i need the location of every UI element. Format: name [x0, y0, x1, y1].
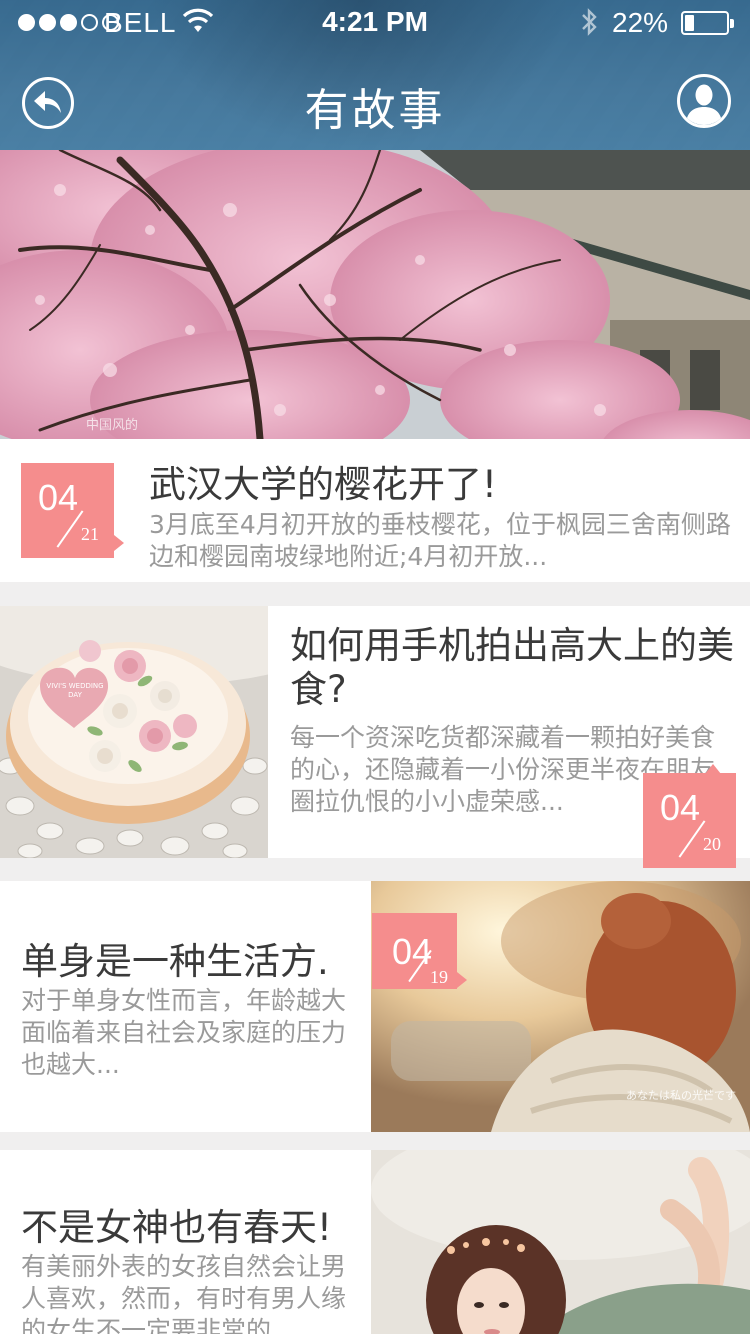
user-profile-icon — [686, 84, 722, 125]
cherry-blossom-image — [0, 150, 750, 439]
story-title: 不是女神也有春天! — [21, 1206, 332, 1249]
status-bar: BELL 4:21 PM 22% — [0, 0, 750, 46]
navigation-header: BELL 4:21 PM 22% 有故事 — [0, 0, 750, 150]
story-excerpt: 3月底至4月初开放的垂枝樱花，位于枫园三舍南侧路边和樱园南坡绿地附近;4月初开放… — [149, 510, 731, 571]
battery-percent: 22% — [612, 7, 669, 38]
date-day: 19 — [430, 967, 448, 987]
battery-fill — [685, 15, 694, 31]
date-month: 04 — [392, 931, 433, 972]
date-day: 21 — [81, 524, 99, 544]
story-card-1[interactable]: 04 21 武汉大学的樱花开了! 3月底至4月初开放的垂枝樱花，位于枫园三舍南侧… — [0, 439, 750, 582]
story-card-3[interactable]: 单身是一种生活方. 对于单身女性而言，年龄越大面临着来自社会及家庭的压力也越大.… — [0, 881, 750, 1132]
image-caption: あなたは私の光芒です — [626, 1089, 736, 1102]
user-profile-button[interactable] — [677, 74, 731, 128]
cake-inscription: VIVI'S WEDDING DAY — [46, 682, 104, 699]
story-card-2[interactable]: VIVI'S WEDDING DAY 如何用手机拍出高大上的美食? 每一个资深吃… — [0, 606, 750, 868]
story-thumbnail-girl — [371, 1150, 750, 1334]
battery-icon — [681, 11, 734, 35]
date-day: 20 — [703, 834, 721, 854]
story-excerpt: 有美丽外表的女孩自然会让男人喜欢，然而，有时有男人缘的女生不一定要非常的 — [21, 1252, 347, 1334]
date-month: 04 — [660, 787, 701, 828]
story-title: 武汉大学的樱花开了! — [149, 463, 497, 506]
hero-banner-image[interactable]: 中国风的 — [0, 150, 750, 439]
story-thumbnail-cake: VIVI'S WEDDING DAY — [0, 606, 268, 858]
story-card-4[interactable]: 不是女神也有春天! 有美丽外表的女孩自然会让男人喜欢，然而，有时有男人缘的女生不… — [0, 1150, 750, 1334]
date-badge: 04 20 — [643, 764, 736, 868]
story-title: 单身是一种生活方. — [21, 940, 329, 983]
story-excerpt: 对于单身女性而言，年龄越大面临着来自社会及家庭的压力也越大... — [21, 986, 347, 1079]
date-month: 04 — [38, 477, 79, 518]
image-watermark: 中国风的 — [86, 418, 139, 433]
date-badge: 04 21 — [21, 463, 124, 558]
date-badge: 04 19 — [372, 913, 467, 989]
page-title: 有故事 — [304, 85, 446, 136]
story-title: 如何用手机拍出高大上的美食? — [290, 624, 734, 711]
bluetooth-icon — [582, 8, 597, 36]
